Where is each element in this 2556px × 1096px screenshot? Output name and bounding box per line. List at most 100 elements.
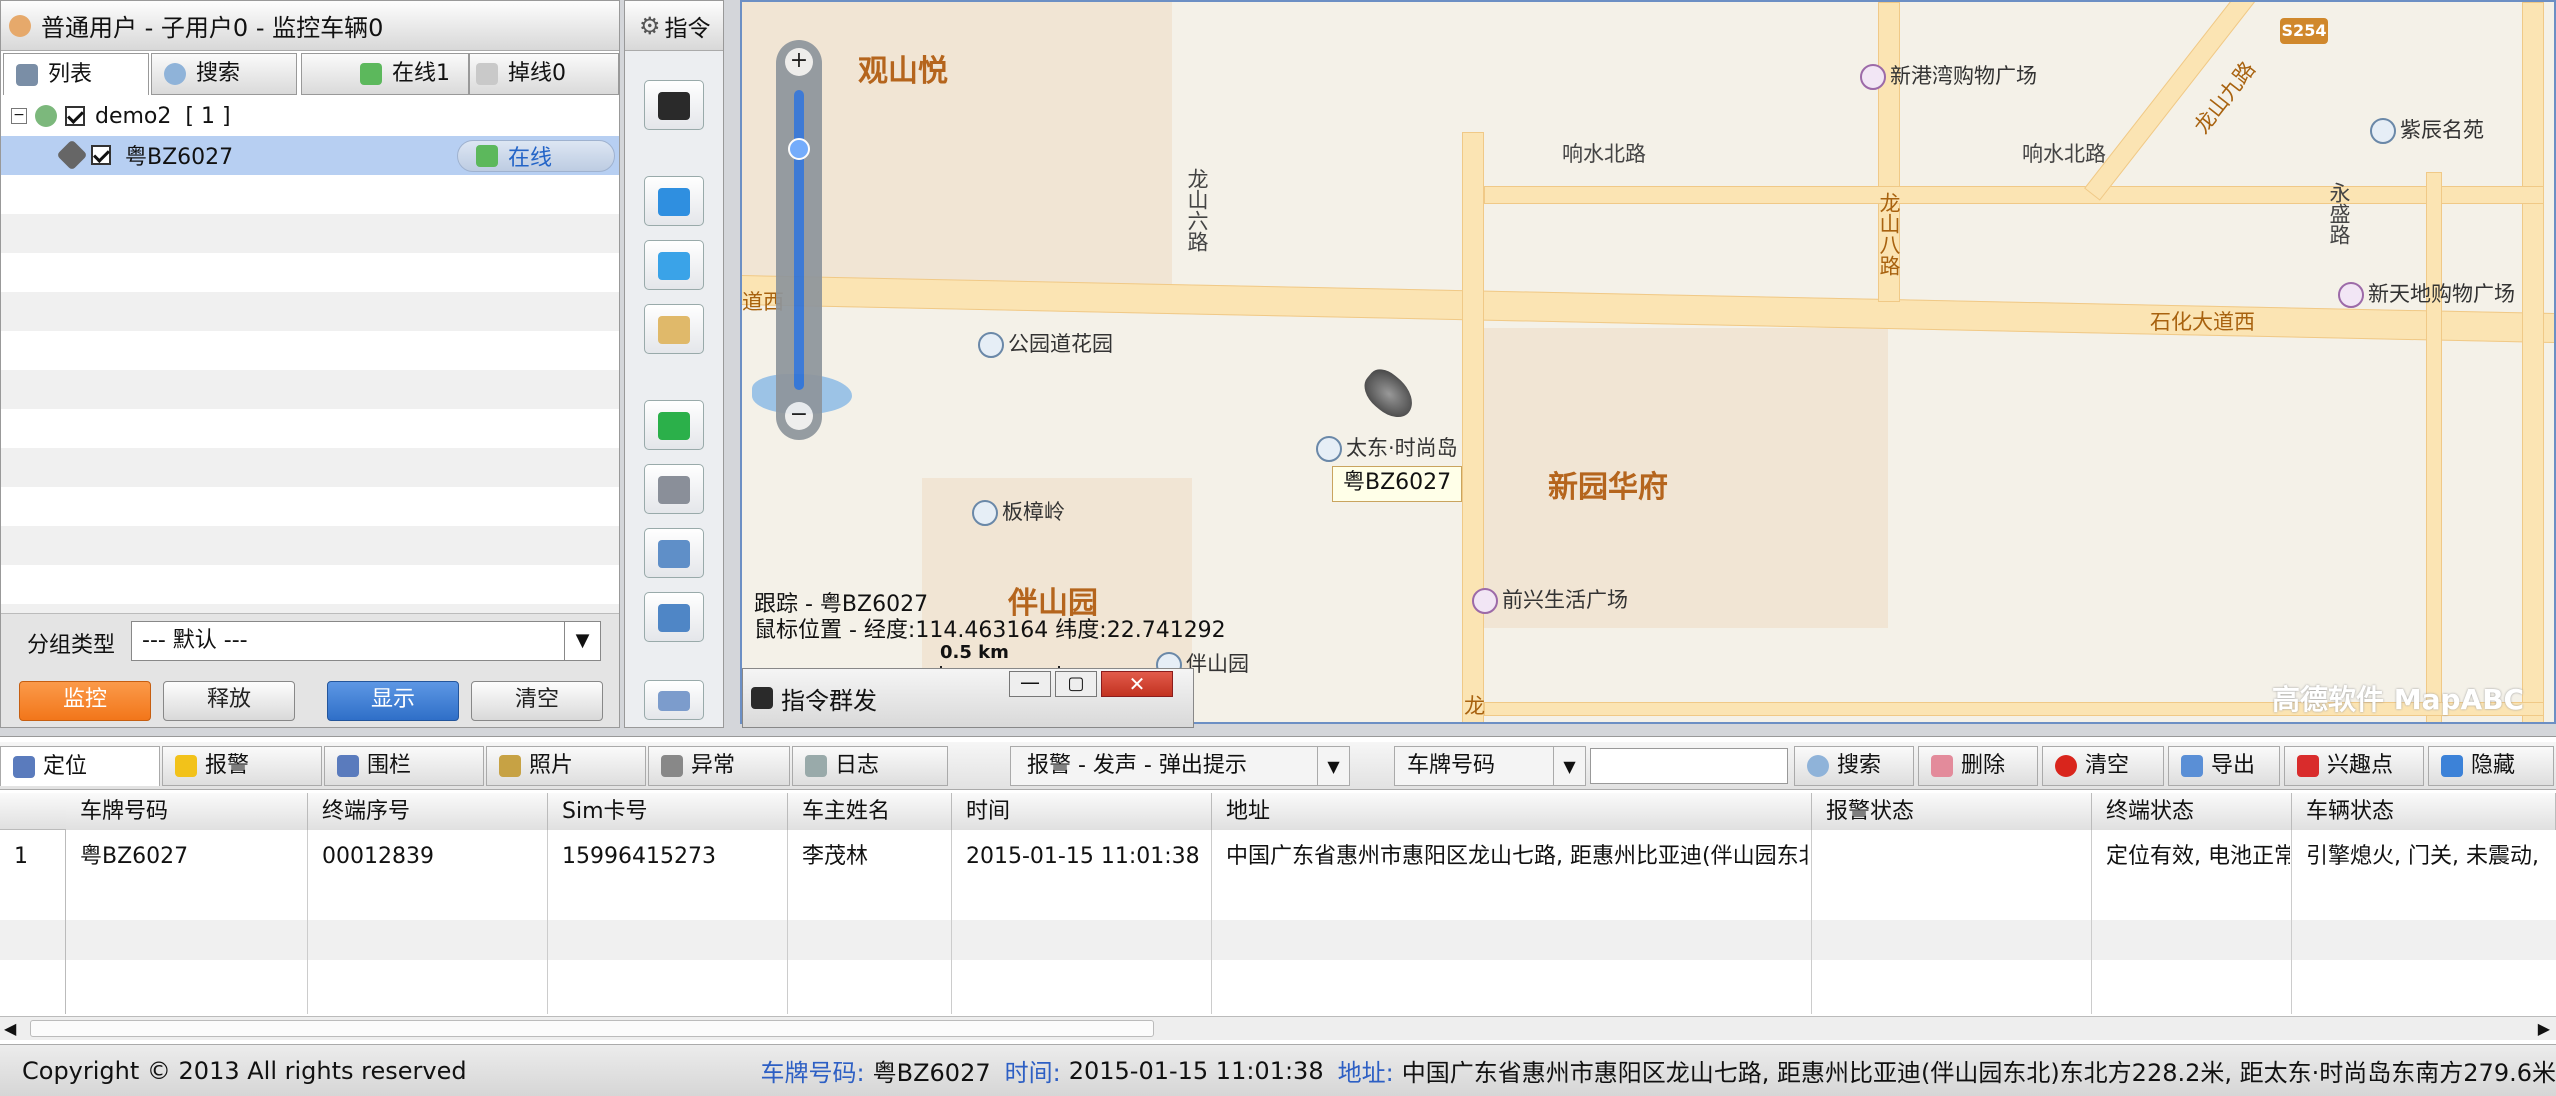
offline-filter[interactable]: 掉线0 — [469, 53, 619, 95]
zoom-in-icon[interactable]: + — [785, 48, 813, 76]
tab-fence[interactable]: 围栏 — [324, 746, 484, 786]
plate-field-select[interactable]: 车牌号码 ▼ — [1394, 746, 1586, 786]
table-row-empty — [0, 960, 2556, 1000]
zoom-out-icon[interactable]: − — [785, 402, 813, 430]
car-label[interactable]: 粤BZ6027 — [1332, 466, 1463, 502]
phone-icon — [658, 412, 690, 440]
column-header[interactable]: 时间 — [952, 793, 1212, 830]
list-icon — [16, 63, 38, 86]
tree-vehicle-label: 粤BZ6027 — [125, 145, 234, 170]
delete-button[interactable]: 删除 — [1918, 746, 2038, 786]
terminal-icon — [658, 92, 690, 120]
poi-label[interactable]: 新港湾购物广场 — [1860, 60, 2037, 90]
zoom-handle[interactable] — [788, 138, 810, 160]
clear-list-button[interactable]: 清空 — [2042, 746, 2164, 786]
status-address-key: 地址: — [1337, 1059, 1394, 1087]
road-north-south — [2426, 172, 2442, 722]
command-panel-header: ⚙ 指令 — [625, 1, 723, 51]
record-command-button[interactable] — [644, 304, 704, 354]
poi-label[interactable]: 新天地购物广场 — [2338, 278, 2515, 308]
tree-group-row[interactable]: − demo2 [ 1 ] — [11, 101, 231, 131]
tab-log[interactable]: 日志 — [792, 746, 948, 786]
alarm-mode-select[interactable]: 报警 - 发声 - 弹出提示 ▼ — [1010, 746, 1350, 786]
clear-button[interactable]: 清空 — [471, 681, 603, 721]
group-checkbox[interactable] — [65, 106, 85, 126]
forward-command-button[interactable] — [644, 240, 704, 290]
search-input[interactable] — [1590, 748, 1788, 784]
home-icon — [2370, 118, 2396, 144]
download-command-button[interactable] — [644, 176, 704, 226]
car-marker-icon[interactable] — [1356, 362, 1422, 426]
tab-photo[interactable]: 照片 — [486, 746, 646, 786]
search-button[interactable]: 搜索 — [1794, 746, 1914, 786]
column-header[interactable]: 报警状态 — [1812, 793, 2092, 830]
poi-label[interactable]: 前兴生活广场 — [1472, 584, 1628, 614]
chevron-down-icon[interactable]: ▼ — [564, 622, 600, 660]
poi-label[interactable]: 太东·时尚岛 — [1316, 432, 1458, 462]
tab-alarm[interactable]: 报警 — [162, 746, 322, 786]
table-cell: 2015-01-15 11:01:38 — [966, 844, 1200, 869]
show-button[interactable]: 显示 — [327, 681, 459, 721]
column-header[interactable]: 车牌号码 — [66, 793, 308, 830]
poi-label[interactable]: 板樟岭 — [972, 496, 1065, 526]
horizontal-scrollbar[interactable]: ◀ ▶ — [0, 1016, 2556, 1040]
monitor-button[interactable]: 监控 — [19, 681, 151, 721]
more-command-button[interactable] — [644, 680, 704, 720]
fence-icon — [337, 755, 359, 777]
status-time-key: 时间: — [1004, 1059, 1061, 1087]
column-header[interactable]: 地址 — [1212, 793, 1812, 830]
user-group-icon — [35, 105, 57, 127]
table-cell: 中国广东省惠州市惠阳区龙山七路, 距惠州比亚迪(伴山园东北) — [1226, 844, 1810, 869]
table-row-empty — [0, 920, 2556, 960]
column-header[interactable]: Sim卡号 — [548, 793, 788, 830]
maximize-button[interactable]: ▢ — [1055, 671, 1097, 697]
hourglass-icon — [13, 755, 35, 778]
image-command-button[interactable] — [644, 528, 704, 578]
tab-list[interactable]: 列表 — [3, 53, 149, 95]
poi-label[interactable]: 公园道花园 — [978, 328, 1113, 358]
column-header[interactable]: 终端状态 — [2092, 793, 2292, 830]
group-type-label: 分组类型 — [27, 633, 116, 658]
arrow-down-right-icon — [658, 188, 690, 216]
chevron-down-icon[interactable]: ▼ — [1553, 747, 1585, 785]
shopping-icon — [1472, 588, 1498, 614]
status-bar: Copyright © 2013 All rights reserved 车牌号… — [0, 1044, 2556, 1096]
camera-command-button[interactable] — [644, 464, 704, 514]
map-view[interactable]: 观山悦 新园华府 伴山园 响水北路 响水北路 龙山六路 龙山八路 龙山九路 永盛… — [740, 0, 2556, 724]
hide-button[interactable]: 隐藏 — [2428, 746, 2554, 786]
column-header[interactable]: 终端序号 — [308, 793, 548, 830]
collapse-icon[interactable]: − — [11, 108, 27, 124]
poi-label[interactable]: 紫辰名苑 — [2370, 114, 2484, 144]
tab-search[interactable]: 搜索 — [151, 53, 297, 95]
scrollbar-thumb[interactable] — [30, 1020, 1154, 1037]
search-icon — [1807, 755, 1829, 777]
vehicle-checkbox[interactable] — [91, 145, 111, 165]
export-button[interactable]: 导出 — [2168, 746, 2280, 786]
shopping-icon — [1860, 64, 1886, 90]
command-panel-title: 指令 — [664, 15, 711, 42]
scroll-left-icon[interactable]: ◀ — [4, 1019, 16, 1038]
release-button[interactable]: 释放 — [163, 681, 295, 721]
grid-icon — [658, 604, 690, 632]
column-header[interactable]: 车主姓名 — [788, 793, 952, 830]
group-type-select[interactable]: --- 默认 --- ▼ — [131, 621, 601, 661]
zoom-control[interactable]: + − — [776, 40, 822, 440]
tree-group-count: [ 1 ] — [185, 103, 231, 129]
zoom-track[interactable] — [794, 90, 804, 390]
scroll-right-icon[interactable]: ▶ — [2538, 1019, 2550, 1038]
poi-button[interactable]: 兴趣点 — [2284, 746, 2424, 786]
command-broadcast-window[interactable]: 指令群发 — ▢ ✕ — [742, 668, 1194, 728]
road-north-south — [2522, 2, 2544, 722]
tree-vehicle-row[interactable]: 粤BZ6027 — [56, 139, 234, 171]
close-button[interactable]: ✕ — [1101, 671, 1173, 697]
column-header[interactable]: 车辆状态 — [2292, 793, 2556, 830]
settings-command-button[interactable] — [644, 592, 704, 642]
online-filter[interactable]: 在线1 — [301, 53, 469, 95]
chevron-down-icon[interactable]: ▼ — [1317, 747, 1349, 785]
minimize-button[interactable]: — — [1009, 671, 1051, 697]
tab-exception[interactable]: 异常 — [648, 746, 790, 786]
tab-locate[interactable]: 定位 — [0, 746, 160, 786]
terminal-command-button[interactable] — [644, 80, 704, 130]
call-command-button[interactable] — [644, 400, 704, 450]
table-cell: 李茂林 — [802, 844, 869, 869]
